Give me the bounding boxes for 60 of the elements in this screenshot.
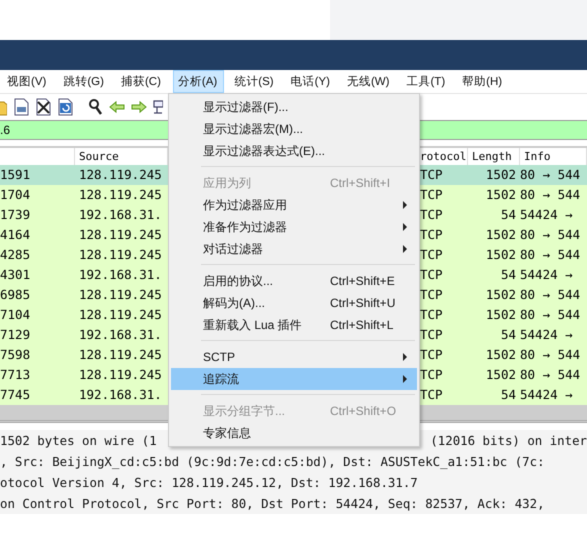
table-cell-text: 4164: [0, 226, 32, 244]
table-cell-text: 54424 →: [520, 326, 574, 344]
table-cell-text: 1704: [0, 186, 32, 204]
table-cell-text: 128.119.245: [78, 306, 163, 324]
table-cell-text: TCP: [420, 266, 444, 284]
table-cell-text: TCP: [420, 206, 444, 224]
table-cell-text: 80 → 544: [520, 186, 582, 204]
table-cell-text: 54424 →: [520, 386, 574, 404]
table-cell-text: TCP: [420, 226, 444, 244]
table-cell-text: 1502: [484, 186, 517, 204]
table-cell-text: 54: [500, 326, 517, 344]
table-cell-text: TCP: [420, 326, 444, 344]
table-cell-text: TCP: [420, 306, 444, 324]
table-cell-text: 192.168.31.: [78, 386, 163, 404]
table-cell-text: 54: [500, 386, 517, 404]
table-cell-text: 80 → 544: [520, 246, 582, 264]
table-cell-text: 128.119.245: [78, 166, 163, 184]
table-cell-text: 54: [500, 206, 517, 224]
table-cell-text: 7104: [0, 306, 32, 324]
table-cell-text: 1502: [484, 306, 517, 324]
table-cell-text: 128.119.245: [78, 366, 163, 384]
table-cell-text: TCP: [420, 166, 444, 184]
table-cell-text: 80 → 544: [520, 226, 582, 244]
table-cell-text: 80 → 544: [520, 366, 582, 384]
table-cell-text: 1739: [0, 206, 32, 224]
table-cell-text: 4285: [0, 246, 32, 264]
table-cell-text: 1502: [484, 366, 517, 384]
table-cell-text: 7713: [0, 366, 32, 384]
table-cell-text: 128.119.245: [78, 226, 163, 244]
table-cell-text: 80 → 544: [520, 286, 582, 304]
table-cell-text: TCP: [420, 386, 444, 404]
table-cell-text: 80 → 544: [520, 166, 582, 184]
table-cell-text: 128.119.245: [78, 346, 163, 364]
table-cell-text: TCP: [420, 246, 444, 264]
table-cell-text: TCP: [420, 366, 444, 384]
table-cell-text: TCP: [420, 346, 444, 364]
table-cell-text: 7129: [0, 326, 32, 344]
table-cell-text: 1502: [484, 246, 517, 264]
table-cell-text: 1502: [484, 286, 517, 304]
table-cell-text: 7598: [0, 346, 32, 364]
table-cell-text: 1591: [0, 166, 32, 184]
table-cell-text: 1502: [484, 166, 517, 184]
table-cell-text: 128.119.245: [78, 186, 163, 204]
table-cell-text: TCP: [420, 286, 444, 304]
table-cell-text: 192.168.31.: [78, 266, 163, 284]
table-cell-text: 6985: [0, 286, 32, 304]
table-cell-text: 54: [500, 266, 517, 284]
table-cell-text: 128.119.245: [78, 246, 163, 264]
table-cell-text: 192.168.31.: [78, 206, 163, 224]
table-cell-text: 1502: [484, 346, 517, 364]
table-cell-text: 54424 →: [520, 266, 574, 284]
table-cell-text: 1502: [484, 226, 517, 244]
table-cell-text: 192.168.31.: [78, 326, 163, 344]
table-cell-text: 80 → 544: [520, 306, 582, 324]
table-cell-text: 4301: [0, 266, 32, 284]
table-cell-text: 80 → 544: [520, 346, 582, 364]
table-cell-text: 128.119.245: [78, 286, 163, 304]
table-cell-text: TCP: [420, 186, 444, 204]
table-cell-text: 7745: [0, 386, 32, 404]
table-cell-text: 54424 →: [520, 206, 574, 224]
